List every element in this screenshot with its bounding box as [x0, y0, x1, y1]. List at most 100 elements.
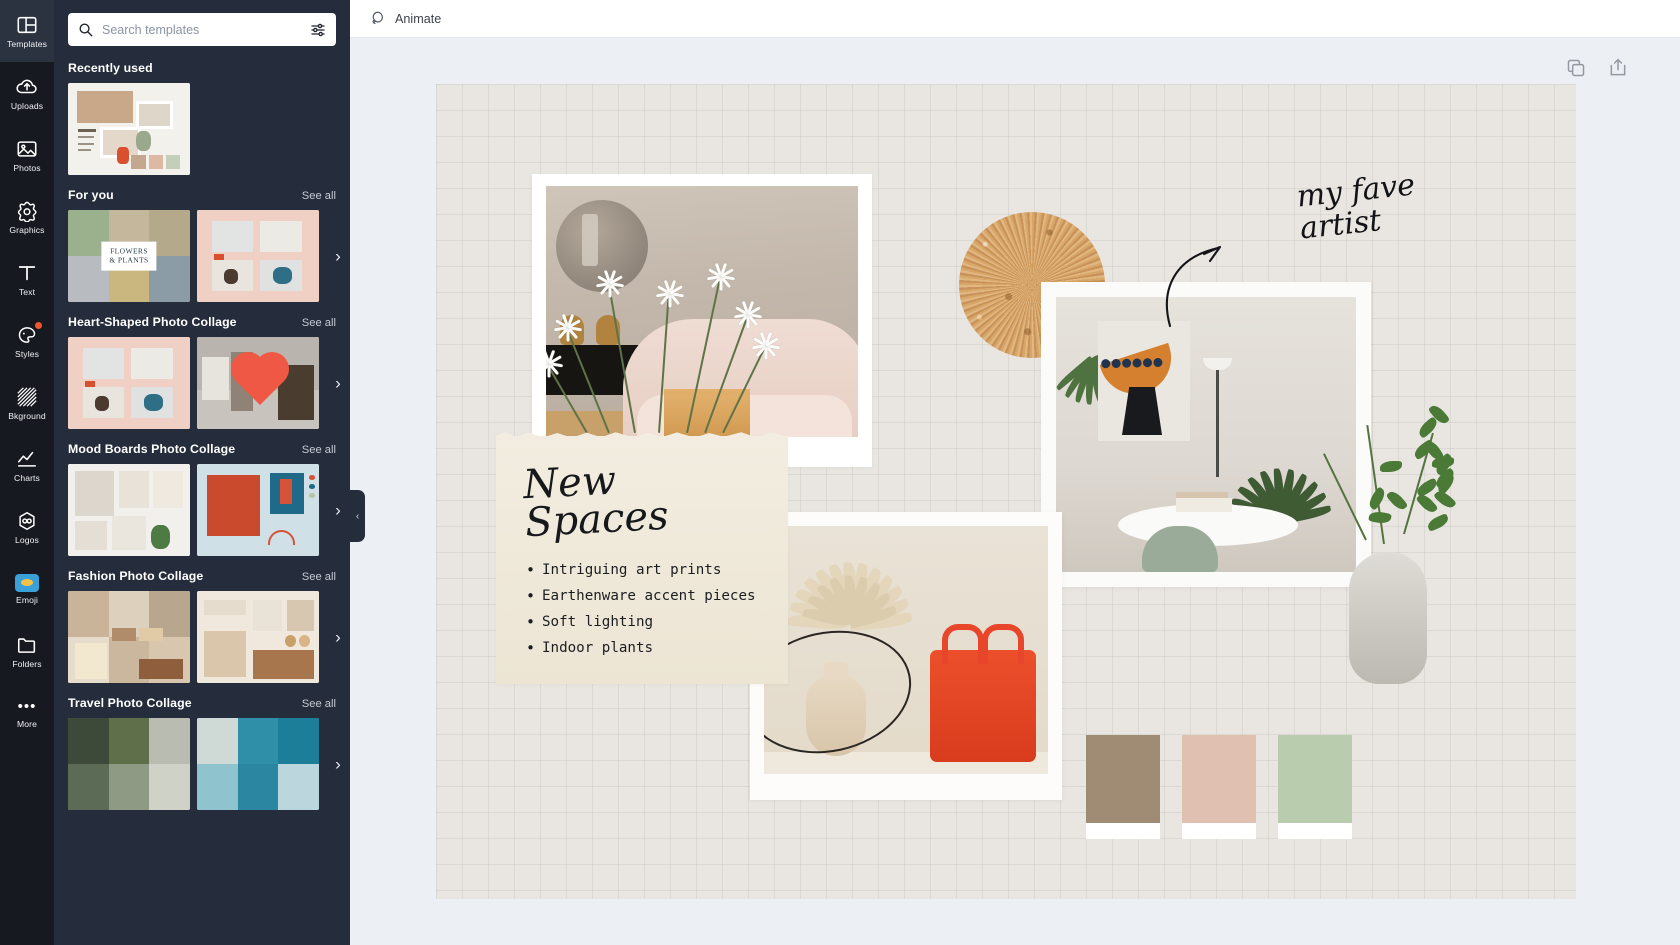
section-header: Travel Photo Collage See all — [68, 696, 336, 710]
rail-item-folders[interactable]: Folders — [0, 620, 54, 682]
design-canvas[interactable]: New Spaces Intriguing art printsEarthenw… — [436, 84, 1576, 899]
animate-button[interactable]: Animate — [364, 6, 447, 31]
rail-item-emoji[interactable]: Emoji — [0, 558, 54, 620]
see-all-link[interactable]: See all — [302, 698, 336, 710]
see-all-link[interactable]: See all — [302, 571, 336, 583]
template-thumbnail[interactable]: FLOWERS & PLANTS — [68, 210, 190, 302]
section-header: Fashion Photo Collage See all — [68, 569, 336, 583]
scroll-right-arrow[interactable]: › — [331, 502, 345, 519]
grey-ceramic-vase[interactable] — [1291, 384, 1481, 684]
duplicate-page-icon[interactable] — [1566, 58, 1586, 78]
color-swatch-row[interactable] — [1086, 735, 1354, 839]
section-title: For you — [68, 188, 114, 202]
see-all-link[interactable]: See all — [302, 444, 336, 456]
folder-icon — [16, 634, 38, 656]
canva-editor-window: Templates Uploads Photos Graphics Text Styles… — [0, 0, 1680, 945]
filter-sliders-icon[interactable] — [310, 22, 326, 38]
rail-item-label: Charts — [14, 474, 40, 483]
search-input[interactable] — [102, 23, 301, 37]
upload-cloud-icon — [16, 76, 38, 98]
emoji-icon — [15, 574, 39, 592]
swatch-taupe[interactable] — [1086, 735, 1160, 839]
logos-icon — [16, 510, 38, 532]
rail-item-graphics[interactable]: Graphics — [0, 186, 54, 248]
rail-item-more[interactable]: ••• More — [0, 682, 54, 744]
design-bullet-item: Soft lighting — [526, 610, 770, 636]
design-heading[interactable]: New Spaces — [522, 454, 766, 542]
rail-item-styles[interactable]: Styles — [0, 310, 54, 372]
rail-item-label: Uploads — [11, 102, 43, 111]
add-page-icon[interactable] — [1608, 58, 1628, 78]
rail-item-label: Bkground — [8, 412, 46, 421]
thumbnail-caption: FLOWERS & PLANTS — [101, 242, 156, 271]
swatch-sage[interactable] — [1278, 735, 1352, 839]
section-header: Heart-Shaped Photo Collage See all — [68, 315, 336, 329]
annotation-text[interactable]: my fave artist — [1295, 163, 1485, 245]
section-header: Recently used — [68, 61, 336, 75]
more-dots-icon: ••• — [18, 698, 37, 716]
scroll-right-arrow[interactable]: › — [331, 629, 345, 646]
torn-paper-note[interactable]: New Spaces Intriguing art printsEarthenw… — [496, 436, 788, 684]
templates-icon — [16, 14, 38, 36]
canvas-region[interactable]: New Spaces Intriguing art printsEarthenw… — [350, 38, 1680, 945]
template-section: Heart-Shaped Photo Collage See all › — [54, 302, 350, 429]
photo-dried-palms-bags[interactable] — [750, 512, 1062, 800]
rail-item-label: More — [17, 720, 37, 729]
see-all-link[interactable]: See all — [302, 190, 336, 202]
rail-item-templates[interactable]: Templates — [0, 0, 54, 62]
template-section: Travel Photo Collage See all › — [54, 683, 350, 810]
scroll-right-arrow[interactable]: › — [331, 248, 345, 265]
design-bullet-item: Indoor plants — [526, 636, 770, 662]
search-wrap — [54, 0, 350, 46]
section-header: Mood Boards Photo Collage See all — [68, 442, 336, 456]
thumbnail-row: › — [68, 718, 336, 810]
rail-item-label: Styles — [15, 350, 39, 359]
template-thumbnail[interactable] — [197, 337, 319, 429]
handwritten-annotation[interactable]: my fave artist — [1262, 172, 1482, 292]
thumbnail-row: › — [68, 464, 336, 556]
design-bullet-list[interactable]: Intriguing art printsEarthenware accent … — [526, 558, 770, 661]
photo-living-room[interactable] — [532, 174, 872, 467]
template-thumbnail[interactable] — [68, 337, 190, 429]
templates-section-list[interactable]: Recently used For you See all FLOWERS & PLAN… — [54, 48, 350, 945]
animate-label: Animate — [395, 12, 441, 26]
rail-item-charts[interactable]: Charts — [0, 434, 54, 496]
search-box[interactable] — [68, 13, 336, 46]
thumbnail-row: › — [68, 591, 336, 683]
curved-arrow-icon — [1152, 218, 1312, 328]
template-thumbnail[interactable] — [68, 83, 190, 175]
collapse-panel-handle[interactable]: ‹ — [350, 490, 365, 542]
rail-item-bkground[interactable]: Bkground — [0, 372, 54, 434]
swatch-blush[interactable] — [1182, 735, 1256, 839]
rail-item-label: Photos — [13, 164, 40, 173]
section-title: Travel Photo Collage — [68, 696, 192, 710]
template-thumbnail[interactable] — [197, 718, 319, 810]
rail-item-text[interactable]: Text — [0, 248, 54, 310]
section-title: Mood Boards Photo Collage — [68, 442, 235, 456]
template-thumbnail[interactable] — [197, 591, 319, 683]
rail-item-logos[interactable]: Logos — [0, 496, 54, 558]
template-thumbnail[interactable] — [68, 464, 190, 556]
section-title: Fashion Photo Collage — [68, 569, 203, 583]
animate-ring-icon — [370, 10, 387, 27]
section-title: Heart-Shaped Photo Collage — [68, 315, 237, 329]
rail-item-label: Folders — [12, 660, 41, 669]
greenery-branch — [1291, 384, 1481, 564]
section-header: For you See all — [68, 188, 336, 202]
vase-body — [1349, 552, 1427, 684]
rail-item-photos[interactable]: Photos — [0, 124, 54, 186]
scroll-right-arrow[interactable]: › — [331, 375, 345, 392]
template-thumbnail[interactable] — [197, 464, 319, 556]
dried-palm-fan — [778, 526, 928, 642]
background-icon — [16, 386, 38, 408]
template-thumbnail[interactable] — [68, 718, 190, 810]
section-title: Recently used — [68, 61, 153, 75]
templates-panel: Recently used For you See all FLOWERS& PLAN… — [54, 0, 350, 945]
rail-item-uploads[interactable]: Uploads — [0, 62, 54, 124]
charts-icon — [16, 448, 38, 470]
template-section: Mood Boards Photo Collage See all › — [54, 429, 350, 556]
see-all-link[interactable]: See all — [302, 317, 336, 329]
template-thumbnail[interactable] — [197, 210, 319, 302]
scroll-right-arrow[interactable]: › — [331, 756, 345, 773]
template-thumbnail[interactable] — [68, 591, 190, 683]
